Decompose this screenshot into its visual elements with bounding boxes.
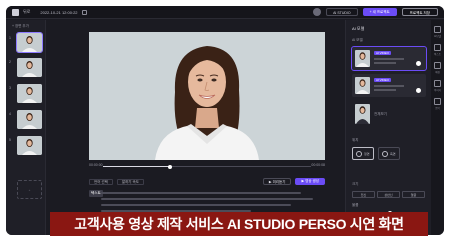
preview-audio-button[interactable]: ▶ 미리듣기	[262, 178, 292, 185]
model-thumbnail	[355, 50, 370, 67]
scene-number: 1	[9, 36, 11, 40]
save-project-button[interactable]: 프로젝트 저장	[401, 8, 438, 16]
script-text-line[interactable]	[101, 198, 313, 200]
ai-model-card-3[interactable]: 전체보기	[352, 104, 426, 126]
text-icon[interactable]	[434, 44, 441, 51]
image-icon[interactable]	[434, 80, 441, 87]
model-description	[374, 62, 396, 64]
size-upper-option[interactable]: 상반신	[377, 191, 400, 198]
rail-label: 텍스트	[434, 53, 441, 56]
position-front-label: 정면	[364, 152, 370, 156]
scene-number: 2	[9, 60, 11, 64]
rail-label: 이미지	[434, 89, 441, 92]
presenter-thumbnail-icon	[17, 33, 42, 52]
empty-scene-slot[interactable]: +	[17, 180, 42, 199]
back-link[interactable]: 뒤로	[23, 9, 30, 15]
ai-presenter-image	[89, 32, 325, 160]
tool-rail: AI모델 텍스트 배경 이미지 음악	[431, 20, 444, 235]
script-text-line[interactable]	[101, 204, 291, 206]
timeline-knob[interactable]	[167, 164, 172, 169]
ai-model-card-1[interactable]: AI VIDEO	[351, 46, 427, 71]
volume-section-label: 볼륨	[352, 203, 359, 207]
add-scene-button[interactable]: + 장면 추가	[12, 24, 40, 29]
background-icon[interactable]	[434, 62, 441, 69]
rail-label: AI모델	[434, 35, 441, 38]
presenter-thumbnail-icon	[17, 58, 42, 77]
presenter-thumbnail-icon	[356, 79, 369, 94]
properties-panel: AI 모델 AI 모델 AI VIDEO AI VIDEO 전체보기 위치 정면…	[345, 20, 431, 235]
scene-sidebar: + 장면 추가 1 2 3 4 5 +	[6, 20, 46, 235]
video-canvas[interactable]	[89, 32, 325, 160]
position-side-label: 측면	[390, 152, 396, 156]
position-front-option[interactable]: 정면	[352, 147, 374, 160]
timeline-start-time: 00:00:00	[89, 163, 103, 167]
language-select[interactable]: 언어 선택	[89, 178, 113, 185]
top-bar: 뒤로 2022-10-21 12:00:22 AI STUDIO + 새 프로젝…	[6, 6, 444, 19]
radio-icon	[382, 151, 388, 157]
view-all-link[interactable]: 전체보기	[374, 112, 387, 117]
size-full-option[interactable]: 전신	[352, 191, 375, 198]
scene-thumbnail-5[interactable]	[17, 136, 42, 155]
presenter-thumbnail-icon	[356, 106, 369, 124]
edit-title-icon[interactable]	[81, 9, 87, 15]
scene-thumbnail-3[interactable]	[17, 84, 42, 103]
rail-label: 음악	[435, 107, 440, 110]
selected-check-icon	[416, 61, 421, 66]
top-bar-actions: AI STUDIO + 새 프로젝트 프로젝트 저장	[313, 8, 438, 16]
presenter-thumbnail-icon	[17, 110, 42, 129]
music-icon[interactable]	[434, 98, 441, 105]
timeline-progress	[103, 166, 170, 167]
timeline-scrubber[interactable]	[103, 164, 311, 169]
scene-number: 5	[9, 138, 11, 142]
presenter-thumbnail-icon	[17, 84, 42, 103]
model-description	[374, 58, 404, 60]
scene-number: 4	[9, 112, 11, 116]
new-project-button[interactable]: + 새 프로젝트	[362, 8, 397, 16]
timeline: 00:00:00 00:00:08	[89, 163, 325, 171]
avatar[interactable]	[313, 8, 322, 16]
project-title[interactable]: 2022-10-21 12:00:22	[40, 10, 77, 15]
timeline-end-time: 00:00:08	[311, 163, 325, 167]
size-section-label: 크기	[352, 182, 359, 186]
rail-label: 배경	[435, 71, 440, 74]
caption-text: 고객사용 영상 제작 서비스 AI STUDIO PERSO 시연 화면	[74, 216, 404, 232]
size-face-option[interactable]: 얼굴	[402, 191, 425, 198]
scene-thumbnail-1[interactable]	[16, 32, 43, 53]
model-thumbnail	[355, 104, 370, 124]
plus-icon: +	[28, 188, 31, 192]
model-badge: AI VIDEO	[374, 51, 392, 55]
model-description	[374, 89, 396, 91]
ai-model-card-2[interactable]: AI VIDEO	[352, 74, 426, 97]
ai-studio-button[interactable]: AI STUDIO	[326, 8, 358, 16]
scene-thumbnail-2[interactable]	[17, 58, 42, 77]
position-side-option[interactable]: 측면	[378, 147, 400, 160]
position-section-label: 위치	[352, 138, 359, 142]
scene-thumbnail-4[interactable]	[17, 110, 42, 129]
script-text-line[interactable]	[101, 192, 301, 194]
person-icon[interactable]	[434, 26, 441, 33]
radio-icon	[416, 88, 421, 93]
script-toolbar: 언어 선택 말하기 속도 ▶ 미리듣기 ▶ 영상 생성	[89, 177, 325, 186]
presenter-thumbnail-icon	[356, 52, 369, 67]
caption-banner: 고객사용 영상 제작 서비스 AI STUDIO PERSO 시연 화면	[50, 212, 428, 236]
model-section-label: AI 모델	[352, 38, 363, 42]
scene-number: 3	[9, 86, 11, 90]
model-badge: AI VIDEO	[374, 78, 392, 82]
model-thumbnail	[355, 77, 370, 94]
generate-video-button[interactable]: ▶ 영상 생성	[295, 178, 325, 185]
home-icon[interactable]	[12, 8, 19, 16]
speed-select[interactable]: 말하기 속도	[116, 178, 144, 185]
editor-app: 뒤로 2022-10-21 12:00:22 AI STUDIO + 새 프로젝…	[6, 6, 444, 235]
presenter-thumbnail-icon	[17, 136, 42, 155]
panel-title: AI 모델	[352, 26, 365, 31]
radio-icon	[356, 151, 362, 157]
model-description	[374, 85, 404, 87]
